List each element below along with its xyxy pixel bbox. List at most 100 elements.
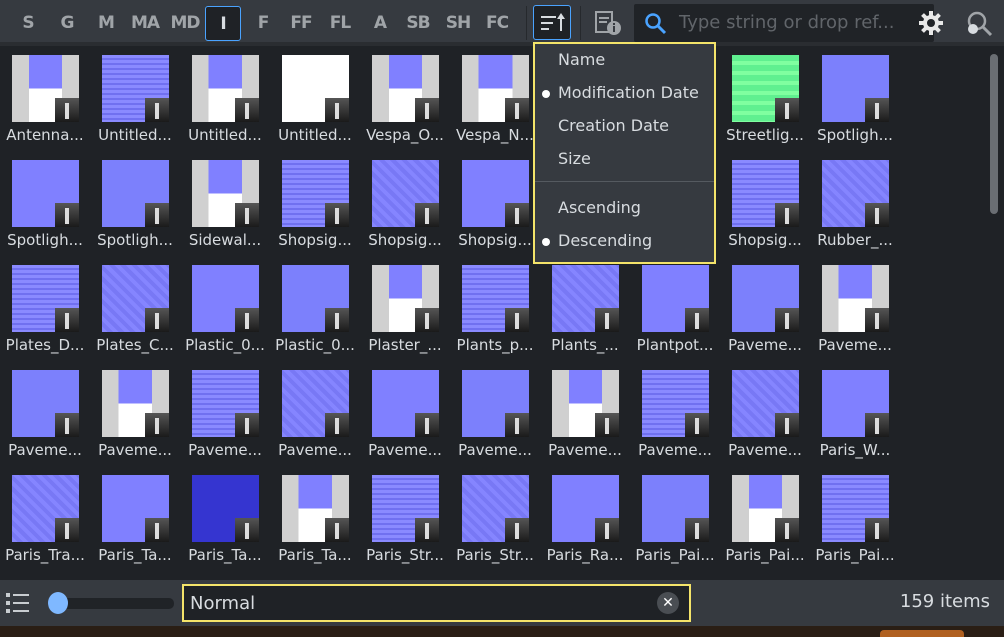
asset-item[interactable]: Shopsig... xyxy=(720,155,810,260)
asset-item[interactable]: Paveme... xyxy=(270,365,360,470)
asset-item[interactable]: Spotligh... xyxy=(0,155,90,260)
asset-item[interactable]: Untitled... xyxy=(90,50,180,155)
asset-item[interactable]: Plastic_0... xyxy=(270,260,360,365)
asset-item[interactable]: Paris_Str... xyxy=(450,470,540,575)
asset-item[interactable]: Paris_Ra... xyxy=(540,470,630,575)
asset-item[interactable]: Paveme... xyxy=(720,365,810,470)
filter-fc[interactable]: FC xyxy=(479,6,515,41)
asset-item[interactable]: Paris_Ta... xyxy=(90,470,180,575)
asset-item[interactable]: Plantpot... xyxy=(630,260,720,365)
sort-ascending[interactable]: Ascending xyxy=(558,198,641,217)
asset-item[interactable]: Untitled... xyxy=(270,50,360,155)
asset-item[interactable]: Spotligh... xyxy=(90,155,180,260)
filter-ma[interactable]: MA xyxy=(127,6,163,41)
image-type-icon xyxy=(55,518,79,542)
filter-fl[interactable]: FL xyxy=(322,6,358,41)
sort-modification-date[interactable]: Modification Date xyxy=(542,83,699,102)
sort-creation-date[interactable]: Creation Date xyxy=(558,116,669,135)
image-type-icon xyxy=(55,203,79,227)
sort-size[interactable]: Size xyxy=(558,149,591,168)
asset-item[interactable]: Shopsig... xyxy=(360,155,450,260)
sort-name[interactable]: Name xyxy=(558,50,605,69)
filter-a[interactable]: A xyxy=(362,6,398,41)
asset-name: Vespa_N... xyxy=(456,126,534,144)
asset-item[interactable]: Paris_Pai... xyxy=(630,470,720,575)
filter-g[interactable]: G xyxy=(49,6,85,41)
asset-item[interactable]: Paveme... xyxy=(360,365,450,470)
asset-name: Paveme... xyxy=(728,441,802,459)
asset-item[interactable]: Paveme... xyxy=(90,365,180,470)
image-type-icon xyxy=(505,203,529,227)
background-strip xyxy=(0,626,1004,637)
image-type-icon xyxy=(55,413,79,437)
scrollbar[interactable] xyxy=(990,54,998,214)
asset-thumbnail xyxy=(102,475,169,542)
filter-i[interactable]: I xyxy=(205,6,241,41)
asset-name: Plantpot... xyxy=(636,336,714,354)
close-icon[interactable]: ✕ xyxy=(657,592,679,614)
asset-item[interactable]: Untitled... xyxy=(180,50,270,155)
asset-name: Paveme... xyxy=(728,336,802,354)
bottom-bar: Normal ✕ 159 items xyxy=(0,580,1004,626)
find-references-icon[interactable] xyxy=(964,9,994,39)
document-info-icon[interactable] xyxy=(594,9,624,37)
asset-item[interactable]: Paveme... xyxy=(450,365,540,470)
asset-item[interactable]: Paveme... xyxy=(720,260,810,365)
filter-md[interactable]: MD xyxy=(167,6,203,41)
asset-item[interactable]: Vespa_O... xyxy=(360,50,450,155)
slider-handle[interactable] xyxy=(48,592,68,614)
asset-item[interactable]: Plaster_... xyxy=(360,260,450,365)
asset-item[interactable]: Paveme... xyxy=(180,365,270,470)
asset-item[interactable]: Plants_p... xyxy=(450,260,540,365)
image-type-icon xyxy=(685,413,709,437)
filter-f[interactable]: F xyxy=(245,6,281,41)
asset-item[interactable]: Plates_C... xyxy=(90,260,180,365)
filter-s[interactable]: S xyxy=(10,6,46,41)
asset-item[interactable]: Plants_... xyxy=(540,260,630,365)
asset-name: Paris_Str... xyxy=(456,546,534,564)
asset-item[interactable]: Paris_W... xyxy=(810,365,900,470)
asset-item[interactable]: Spotligh... xyxy=(810,50,900,155)
asset-item[interactable]: Antenna... xyxy=(0,50,90,155)
asset-thumbnail xyxy=(732,160,799,227)
asset-item[interactable]: Paveme... xyxy=(0,365,90,470)
filter-sh[interactable]: SH xyxy=(440,6,476,41)
asset-name: Paveme... xyxy=(818,336,892,354)
sort-descending[interactable]: Descending xyxy=(542,231,652,250)
asset-item[interactable]: Paveme... xyxy=(810,260,900,365)
image-type-icon xyxy=(775,98,799,122)
sort-button[interactable] xyxy=(533,5,571,40)
asset-name: Plants_p... xyxy=(456,336,534,354)
asset-item[interactable]: Paris_Tra... xyxy=(0,470,90,575)
asset-item[interactable]: Vespa_N... xyxy=(450,50,540,155)
filter-value: Normal xyxy=(190,593,256,614)
asset-item[interactable]: Paris_Ta... xyxy=(180,470,270,575)
asset-item[interactable]: Rubber_... xyxy=(810,155,900,260)
asset-item[interactable]: Paris_Pai... xyxy=(810,470,900,575)
asset-name: Plaster_... xyxy=(368,336,442,354)
filter-input[interactable]: Normal ✕ xyxy=(182,584,691,622)
asset-item[interactable]: Shopsig... xyxy=(270,155,360,260)
asset-item[interactable]: Plastic_0... xyxy=(180,260,270,365)
asset-item[interactable]: Paris_Ta... xyxy=(270,470,360,575)
asset-item[interactable]: Shopsig... xyxy=(450,155,540,260)
asset-item[interactable]: Sidewal... xyxy=(180,155,270,260)
asset-name: Rubber_... xyxy=(817,231,893,249)
asset-item[interactable]: Paveme... xyxy=(540,365,630,470)
asset-item[interactable]: Paris_Str... xyxy=(360,470,450,575)
image-type-icon xyxy=(235,518,259,542)
filter-m[interactable]: M xyxy=(88,6,124,41)
list-view-icon[interactable] xyxy=(5,592,35,614)
filter-sb[interactable]: SB xyxy=(400,6,436,41)
asset-item[interactable]: Paris_Pai... xyxy=(720,470,810,575)
gear-icon[interactable] xyxy=(918,10,944,36)
image-type-icon xyxy=(415,98,439,122)
asset-thumbnail xyxy=(552,370,619,437)
asset-item[interactable]: Paveme... xyxy=(630,365,720,470)
asset-name: Shopsig... xyxy=(728,231,802,249)
asset-name: Paris_Pai... xyxy=(725,546,805,564)
search-field[interactable]: Type string or drop ref... xyxy=(634,4,943,42)
filter-ff[interactable]: FF xyxy=(283,6,319,41)
asset-item[interactable]: Plates_D... xyxy=(0,260,90,365)
asset-item[interactable]: Streetlig... xyxy=(720,50,810,155)
